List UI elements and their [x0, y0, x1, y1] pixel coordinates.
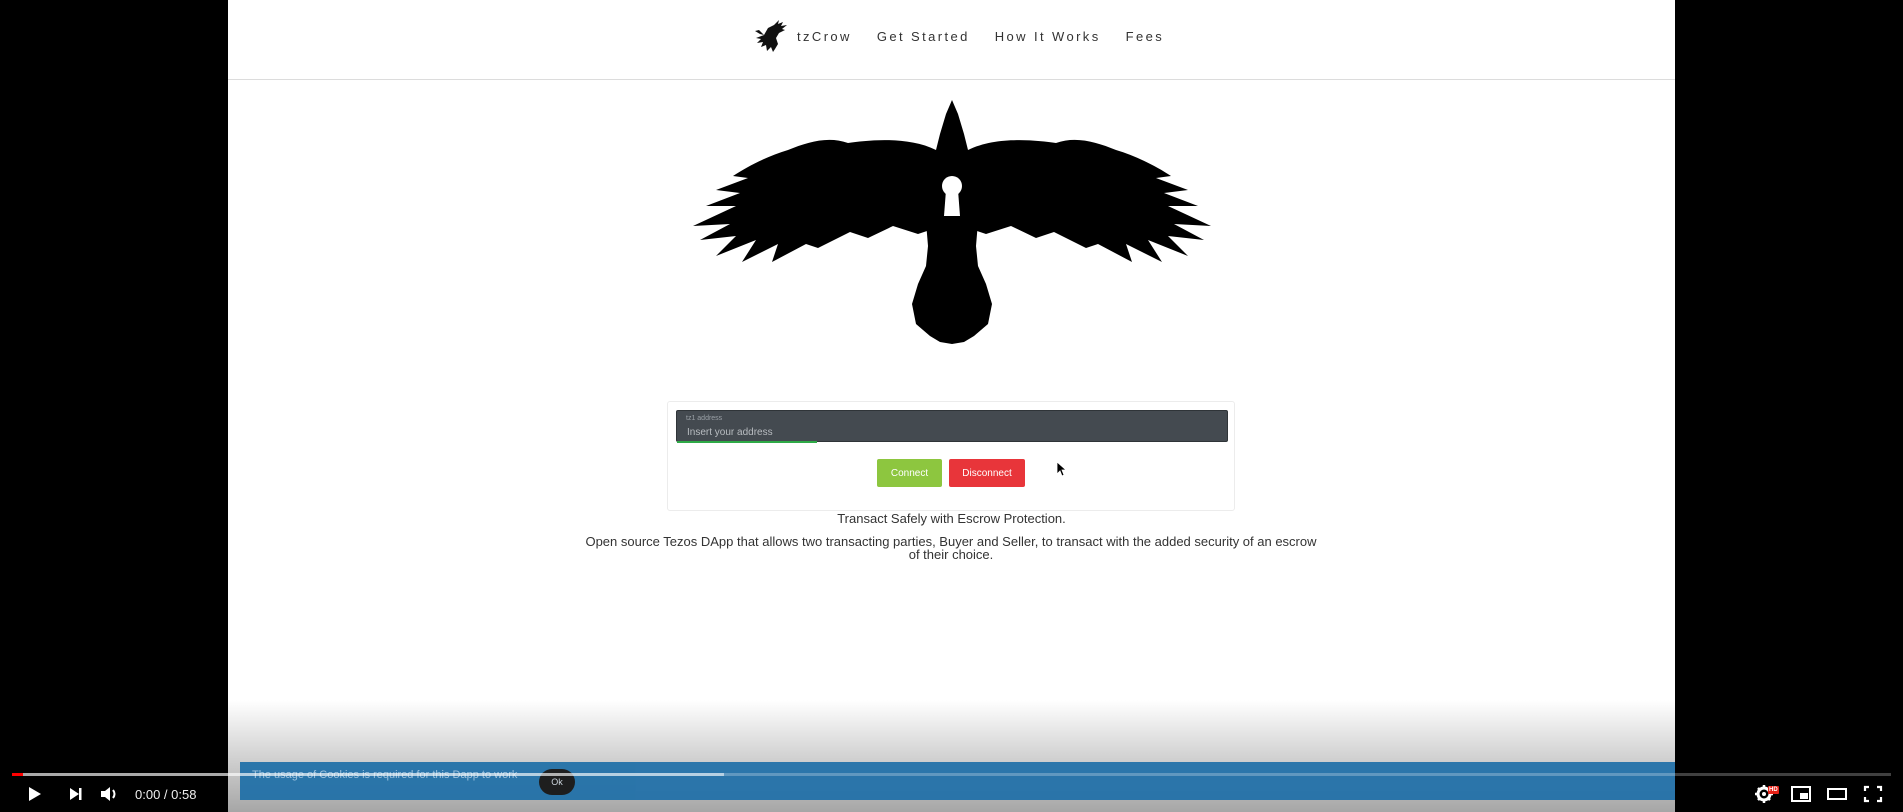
raven-logo-icon: [755, 20, 787, 52]
volume-icon[interactable]: [96, 782, 124, 806]
raven-keyhole-illustration: [693, 100, 1211, 344]
nav-fees[interactable]: Fees: [1126, 29, 1165, 44]
address-focus-underline: [677, 441, 817, 443]
progress-played: [12, 773, 24, 776]
hd-badge: HD: [1768, 786, 1779, 794]
navbar: tzCrow Get Started How It Works Fees: [228, 0, 1675, 80]
connect-card: tz1 address Connect Disconnect: [667, 401, 1235, 511]
play-icon[interactable]: [20, 782, 48, 806]
address-field-label: tz1 address: [686, 415, 723, 422]
nav-get-started[interactable]: Get Started: [877, 29, 970, 44]
cookie-banner: The usage of Cookies is required for thi…: [240, 762, 1675, 800]
mouse-cursor-icon: [1056, 461, 1066, 477]
address-field[interactable]: tz1 address: [676, 410, 1228, 443]
nav-inner: tzCrow Get Started How It Works Fees: [752, 15, 1164, 57]
progress-buffered: [12, 773, 725, 776]
address-input[interactable]: [677, 424, 1227, 441]
description: Open source Tezos DApp that allows two t…: [585, 534, 1317, 562]
time-display: 0:00 / 0:58: [135, 787, 197, 802]
brand-name: tzCrow: [797, 28, 852, 44]
miniplayer-icon[interactable]: [1787, 782, 1815, 806]
theater-icon[interactable]: [1823, 782, 1851, 806]
brand-link[interactable]: tzCrow: [752, 16, 852, 56]
next-icon[interactable]: [62, 782, 90, 806]
fullscreen-icon[interactable]: [1859, 782, 1887, 806]
disconnect-button[interactable]: Disconnect: [949, 459, 1025, 487]
video-frame[interactable]: tzCrow Get Started How It Works Fees tz1…: [228, 0, 1675, 812]
tagline: Transact Safely with Escrow Protection.: [837, 511, 1066, 526]
connect-button[interactable]: Connect: [877, 459, 942, 487]
progress-bar[interactable]: [12, 773, 1891, 776]
nav-how-it-works[interactable]: How It Works: [995, 29, 1101, 44]
